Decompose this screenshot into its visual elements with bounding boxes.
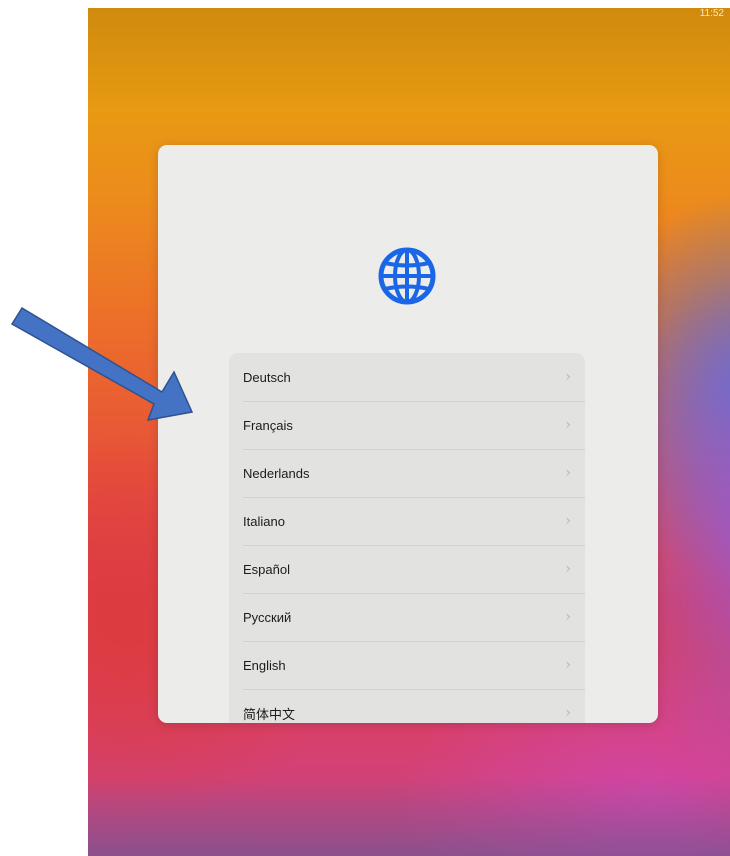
language-label: Русский (243, 609, 292, 625)
annotation-arrow (10, 306, 194, 421)
chevron-right-icon: › (565, 369, 571, 385)
chevron-right-icon: › (565, 561, 571, 577)
chevron-right-icon: › (565, 417, 571, 433)
language-label: Español (243, 561, 290, 577)
chevron-right-icon: › (565, 465, 571, 481)
chevron-right-icon: › (565, 609, 571, 625)
globe-icon (378, 247, 436, 305)
language-label: Deutsch (243, 369, 291, 385)
language-label: Italiano (243, 513, 285, 529)
chevron-right-icon: › (565, 657, 571, 673)
language-item-russkiy[interactable]: Русский › (229, 593, 585, 641)
language-item-francais[interactable]: Français › (229, 401, 585, 449)
chevron-right-icon: › (565, 705, 571, 721)
language-label: Français (243, 417, 293, 433)
language-list: Deutsch › Français › Nederlands › Italia… (229, 353, 585, 723)
language-item-chinese-simplified[interactable]: 简体中文 › (229, 689, 585, 723)
language-label: 简体中文 (243, 706, 296, 722)
language-label: English (243, 657, 286, 673)
language-label: Nederlands (243, 465, 310, 481)
language-item-english[interactable]: English › (229, 641, 585, 689)
language-item-italiano[interactable]: Italiano › (229, 497, 585, 545)
chevron-right-icon: › (565, 513, 571, 529)
status-bar-time: 11:52 (699, 8, 724, 19)
language-item-deutsch[interactable]: Deutsch › (229, 353, 585, 401)
language-item-nederlands[interactable]: Nederlands › (229, 449, 585, 497)
language-select-panel: Deutsch › Français › Nederlands › Italia… (158, 145, 658, 723)
language-item-espanol[interactable]: Español › (229, 545, 585, 593)
